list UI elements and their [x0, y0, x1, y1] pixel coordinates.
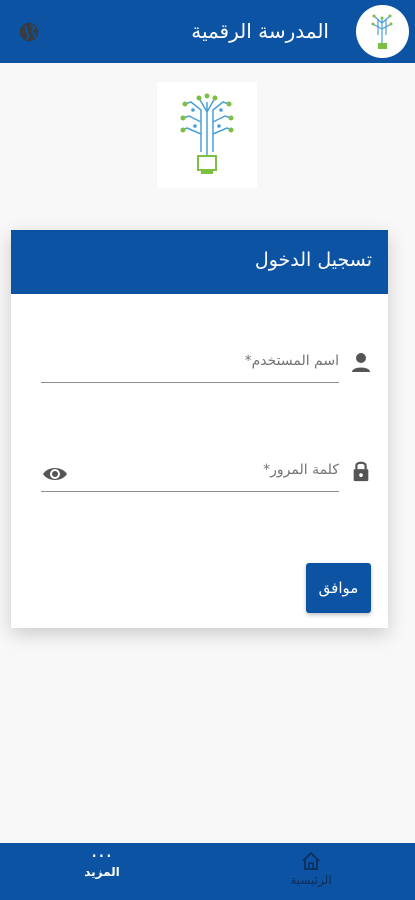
- school-logo: [157, 82, 257, 188]
- login-title: تسجيل الدخول: [254, 249, 372, 271]
- home-icon: [302, 851, 320, 870]
- app-logo-avatar: [356, 5, 409, 58]
- tree-logo-icon: [371, 14, 393, 49]
- app-title: المدرسة الرقمية: [191, 19, 329, 43]
- bottom-nav: الرئيسية ··· المزيد: [0, 843, 415, 900]
- username-label: اسم المستخدم*: [244, 353, 339, 369]
- lock-icon: [353, 461, 369, 482]
- submit-button[interactable]: موافق: [306, 563, 371, 613]
- person-icon: [352, 353, 370, 372]
- top-app-bar: المدرسة الرقمية: [0, 0, 415, 63]
- tree-logo-icon: [180, 93, 234, 174]
- nav-item-home[interactable]: الرئيسية: [268, 843, 354, 900]
- nav-home-label: الرئيسية: [290, 873, 332, 887]
- password-label: كلمة المرور*: [263, 462, 339, 478]
- login-card-header: تسجيل الدخول: [11, 230, 388, 294]
- nav-more-label: المزيد: [84, 865, 120, 879]
- globe-icon[interactable]: [18, 21, 40, 43]
- more-dots-icon: ···: [90, 844, 114, 868]
- username-field[interactable]: اسم المستخدم*: [41, 345, 339, 383]
- password-field[interactable]: كلمة المرور*: [41, 454, 339, 492]
- nav-item-more[interactable]: ··· المزيد: [62, 843, 142, 900]
- login-card: تسجيل الدخول اسم المستخدم* كلمة المرور* …: [11, 230, 388, 628]
